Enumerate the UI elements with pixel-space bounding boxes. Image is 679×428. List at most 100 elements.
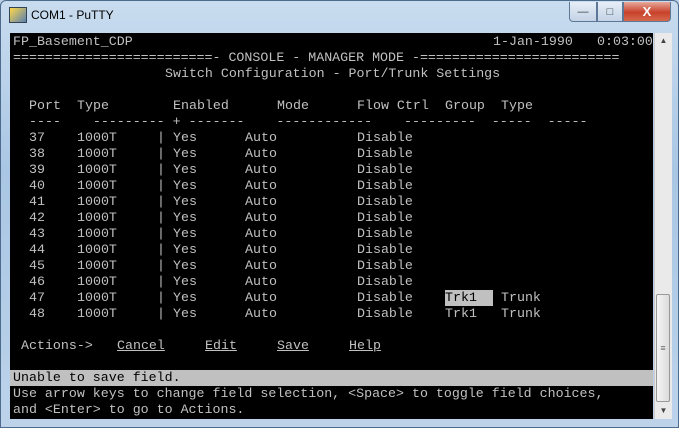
cell-type: 1000T [77, 306, 117, 321]
cell-mode: Auto [245, 242, 277, 257]
cell-port: 43 [29, 226, 45, 241]
column-separator: | [157, 130, 165, 145]
table-row[interactable]: | 40 1000T Yes Auto Disable [13, 178, 653, 194]
cell-flow-ctrl: Disable [357, 210, 413, 225]
table-row[interactable]: | 46 1000T Yes Auto Disable [13, 274, 653, 290]
column-separator: | [157, 146, 165, 161]
cell-port: 47 [29, 290, 45, 305]
cell-trunk-type: Trunk [501, 290, 541, 305]
minimize-button[interactable]: — [569, 2, 597, 22]
col-port: Port [29, 98, 61, 113]
column-separator: | [157, 194, 165, 209]
col-group: Group [445, 98, 485, 113]
cell-mode: Auto [245, 178, 277, 193]
column-separator: | [157, 178, 165, 193]
scroll-up-arrow-icon[interactable]: ▲ [655, 33, 672, 49]
cell-flow-ctrl: Disable [357, 290, 413, 305]
cell-mode: Auto [245, 306, 277, 321]
table-row[interactable]: | 48 1000T Yes Auto Disable Trk1 Trunk [13, 306, 653, 322]
cell-port: 46 [29, 274, 45, 289]
cell-enabled: Yes [173, 194, 197, 209]
table-row[interactable]: | 39 1000T Yes Auto Disable [13, 162, 653, 178]
table-dashes: ---- --------- + ------- ------------ --… [29, 114, 588, 129]
table-row[interactable]: | 42 1000T Yes Auto Disable [13, 210, 653, 226]
window-title: COM1 - PuTTY [31, 8, 114, 22]
cell-port: 41 [29, 194, 45, 209]
cell-mode: Auto [245, 274, 277, 289]
table-header: Port Type Enabled Mode Flow Ctrl Group T… [13, 98, 653, 114]
cell-enabled: Yes [173, 178, 197, 193]
table-row[interactable]: | 37 1000T Yes Auto Disable [13, 130, 653, 146]
table-row[interactable]: | 41 1000T Yes Auto Disable [13, 194, 653, 210]
cell-flow-ctrl: Disable [357, 130, 413, 145]
cell-port: 45 [29, 258, 45, 273]
save-action[interactable]: Save [277, 338, 309, 354]
column-separator: | [157, 274, 165, 289]
cancel-action[interactable]: Cancel [117, 338, 165, 354]
cell-enabled: Yes [173, 290, 197, 305]
cell-type: 1000T [77, 178, 117, 193]
cell-type: 1000T [77, 210, 117, 225]
col-flow-ctrl: Flow Ctrl [357, 98, 429, 113]
cell-mode: Auto [245, 194, 277, 209]
cell-mode: Auto [245, 130, 277, 145]
col-type: Type [77, 98, 109, 113]
help-line-1: Use arrow keys to change field selection… [13, 386, 604, 401]
terminal[interactable]: FP_Basement_CDP 1-Jan-1990 0:03:00 =====… [10, 33, 653, 419]
cell-flow-ctrl: Disable [357, 242, 413, 257]
table-row[interactable]: | 47 1000T Yes Auto Disable Trk1 Trunk [13, 290, 653, 306]
status-message: Unable to save field. [10, 370, 653, 386]
cell-type: 1000T [77, 146, 117, 161]
cell-mode: Auto [245, 162, 277, 177]
scroll-down-arrow-icon[interactable]: ▼ [655, 403, 672, 419]
table-row[interactable]: | 43 1000T Yes Auto Disable [13, 226, 653, 242]
maximize-button[interactable]: □ [597, 2, 623, 22]
cell-mode: Auto [245, 210, 277, 225]
screen-subtitle: Switch Configuration - Port/Trunk Settin… [165, 66, 501, 81]
putty-app-icon[interactable] [9, 7, 27, 23]
header-line: FP_Basement_CDP 1-Jan-1990 0:03:00 [13, 34, 653, 50]
time: 0:03:00 [597, 34, 653, 49]
cell-type: 1000T [77, 274, 117, 289]
cell-enabled: Yes [173, 306, 197, 321]
column-separator: | [157, 210, 165, 225]
actions-label: Actions-> [21, 338, 93, 353]
cell-type: 1000T [77, 242, 117, 257]
cell-mode: Auto [245, 290, 277, 305]
table-row[interactable]: | 38 1000T Yes Auto Disable [13, 146, 653, 162]
cell-group[interactable]: Trk1 [445, 290, 493, 306]
date: 1-Jan-1990 [493, 34, 573, 49]
column-separator: | [157, 258, 165, 273]
putty-window: COM1 - PuTTY — □ X FP_Basement_CDP 1-Jan… [0, 0, 679, 428]
cell-port: 38 [29, 146, 45, 161]
help-line-2: and <Enter> to go to Actions. [13, 402, 245, 417]
col-enabled: Enabled [173, 98, 229, 113]
cell-trunk-type: Trunk [501, 306, 541, 321]
console-banner: =========================- CONSOLE - MAN… [13, 50, 620, 65]
help-action[interactable]: Help [349, 338, 381, 354]
edit-action[interactable]: Edit [205, 338, 237, 354]
cell-enabled: Yes [173, 162, 197, 177]
scrollbar-thumb[interactable]: ≡ [656, 294, 670, 402]
column-separator: | [157, 226, 165, 241]
cell-enabled: Yes [173, 130, 197, 145]
cell-enabled: Yes [173, 258, 197, 273]
table-row[interactable]: | 45 1000T Yes Auto Disable [13, 258, 653, 274]
col-trunk-type: Type [501, 98, 533, 113]
cell-mode: Auto [245, 226, 277, 241]
close-button[interactable]: X [623, 2, 671, 22]
cell-flow-ctrl: Disable [357, 162, 413, 177]
cell-flow-ctrl: Disable [357, 146, 413, 161]
vertical-scrollbar[interactable]: ▲ ≡ ▼ [654, 33, 672, 419]
cell-flow-ctrl: Disable [357, 258, 413, 273]
column-separator: | [157, 162, 165, 177]
cell-flow-ctrl: Disable [357, 226, 413, 241]
cell-type: 1000T [77, 226, 117, 241]
table-row[interactable]: | 44 1000T Yes Auto Disable [13, 242, 653, 258]
cell-flow-ctrl: Disable [357, 306, 413, 321]
cell-type: 1000T [77, 194, 117, 209]
cell-flow-ctrl: Disable [357, 178, 413, 193]
hostname: FP_Basement_CDP [13, 34, 133, 49]
cell-mode: Auto [245, 146, 277, 161]
cell-group[interactable]: Trk1 [445, 306, 477, 322]
